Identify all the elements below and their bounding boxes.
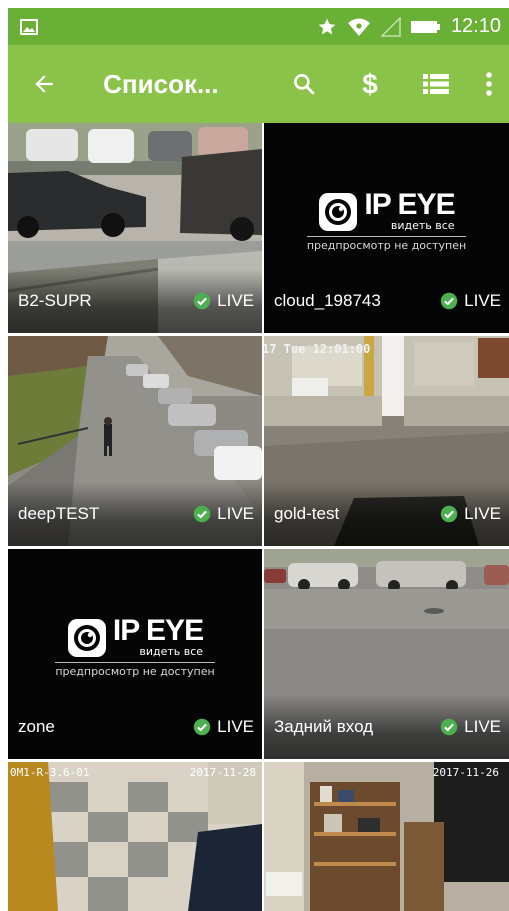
more-vert-icon (486, 72, 492, 96)
camera-name: B2-SUPR (18, 291, 92, 310)
live-badge: LIVE (440, 504, 501, 524)
status-bar: 12:10 (8, 8, 509, 45)
camera-tile[interactable]: deepTEST LIVE (8, 336, 262, 546)
search-button[interactable] (271, 45, 337, 123)
placeholder-note: предпросмотр не доступен (306, 236, 467, 252)
camera-id-overlay: 0M1-R-3.6-01 (10, 766, 90, 779)
list-view-button[interactable] (403, 45, 469, 123)
camera-label-row: cloud_198743 LIVE (264, 269, 509, 333)
camera-label-row: Задний вход LIVE (264, 695, 509, 759)
image-icon (20, 18, 38, 35)
camera-name: cloud_198743 (274, 291, 381, 310)
camera-label-row: deepTEST LIVE (8, 482, 262, 546)
app-bar: Список... $ (8, 45, 509, 123)
camera-date-overlay: 2017-11-26 (432, 766, 499, 779)
ipeye-logo-icon (67, 618, 106, 657)
placeholder-brand: IP EYE (364, 188, 455, 221)
preview-unavailable-placeholder: IP EYE видеть все предпросмотр не доступ… (8, 614, 262, 678)
star-icon (317, 17, 337, 37)
camera-preview (8, 762, 262, 911)
camera-label-row: B2-SUPR LIVE (8, 269, 262, 333)
preview-unavailable-placeholder: IP EYE видеть все предпросмотр не доступ… (264, 188, 509, 252)
live-label: LIVE (217, 717, 254, 736)
camera-tile[interactable]: 2017-11-26 (264, 762, 509, 911)
live-badge: LIVE (193, 504, 254, 524)
page-title: Список... (103, 68, 219, 99)
live-badge: LIVE (193, 291, 254, 311)
clock: 12:10 (450, 15, 501, 37)
live-label: LIVE (464, 717, 501, 736)
camera-tile[interactable]: 17 Tue 12:01:00 gold-test LIVE (264, 336, 509, 546)
camera-tile[interactable]: 0M1-R-3.6-01 2017-11-28 (8, 762, 262, 911)
overflow-menu-button[interactable] (469, 45, 509, 123)
camera-label-row: zone LIVE (8, 695, 262, 759)
live-label: LIVE (217, 291, 254, 310)
camera-name: zone (18, 717, 55, 736)
ipeye-logo-icon (319, 192, 358, 231)
list-view-icon (423, 74, 449, 94)
placeholder-note: предпросмотр не доступен (55, 662, 215, 678)
check-circle-icon (440, 718, 458, 736)
check-circle-icon (440, 505, 458, 523)
check-circle-icon (193, 292, 211, 310)
camera-name: Задний вход (274, 717, 374, 736)
live-label: LIVE (464, 291, 501, 310)
camera-label-row: gold-test LIVE (264, 482, 509, 546)
camera-name: gold-test (274, 504, 340, 523)
arrow-back-icon (34, 75, 53, 93)
camera-tile[interactable]: IP EYE видеть все предпросмотр не доступ… (8, 549, 262, 759)
check-circle-icon (440, 292, 458, 310)
payment-button[interactable]: $ (337, 45, 403, 123)
check-circle-icon (193, 718, 211, 736)
svg-text:$: $ (362, 69, 378, 99)
live-label: LIVE (464, 504, 501, 523)
camera-grid: B2-SUPR LIVE IP EYE видеть все предпросм… (8, 123, 509, 911)
battery-icon (410, 20, 441, 34)
wifi-icon (347, 17, 371, 37)
camera-date-overlay: 2017-11-28 (189, 766, 256, 779)
live-label: LIVE (217, 504, 254, 523)
camera-name: deepTEST (18, 504, 100, 523)
camera-tile[interactable]: B2-SUPR LIVE (8, 123, 262, 333)
signal-icon (380, 16, 401, 37)
live-badge: LIVE (440, 717, 501, 737)
search-icon (294, 74, 315, 95)
live-badge: LIVE (193, 717, 254, 737)
camera-timestamp-overlay: 17 Tue 12:01:00 (264, 342, 371, 356)
check-circle-icon (193, 505, 211, 523)
dollar-icon: $ (362, 69, 378, 99)
camera-tile[interactable]: IP EYE видеть все предпросмотр не доступ… (264, 123, 509, 333)
live-badge: LIVE (440, 291, 501, 311)
camera-tile[interactable]: Задний вход LIVE (264, 549, 509, 759)
placeholder-brand: IP EYE (112, 614, 204, 647)
camera-preview (264, 762, 509, 911)
back-button[interactable] (14, 45, 73, 123)
